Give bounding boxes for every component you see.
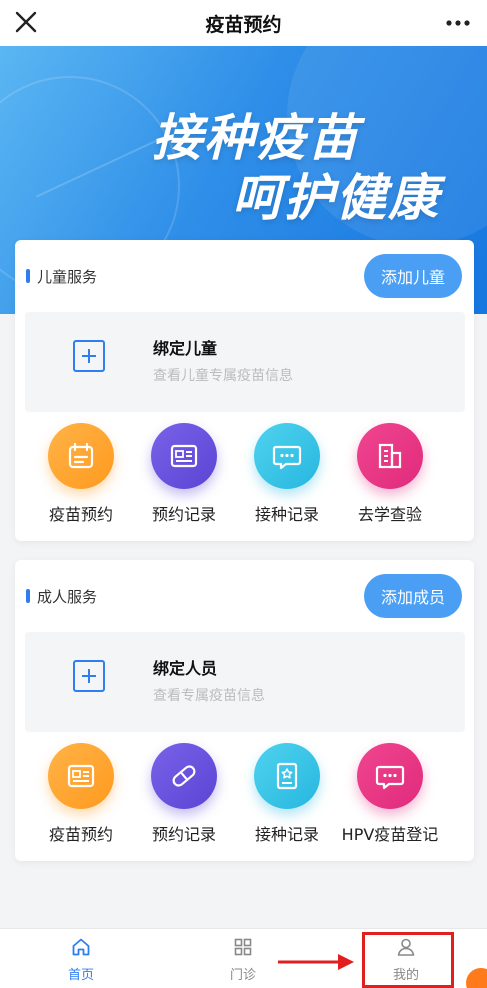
card-header: 儿童服务 添加儿童 xyxy=(15,240,474,310)
service-label: 疫苗预约 xyxy=(48,825,113,844)
page-title: 疫苗预约 xyxy=(205,13,282,36)
service-school-check[interactable]: 去学查验 xyxy=(335,423,445,533)
home-icon xyxy=(72,938,90,956)
service-label: 接种记录 xyxy=(254,825,319,844)
service-booking-records[interactable]: 预约记录 xyxy=(129,423,239,533)
calendar-icon xyxy=(68,442,94,469)
bind-child-panel[interactable]: 绑定儿童 查看儿童专属疫苗信息 xyxy=(25,312,465,412)
service-vaccine-booking[interactable]: 疫苗预约 xyxy=(26,423,136,533)
title-bar: 疫苗预约 xyxy=(0,0,487,46)
service-booking-records[interactable]: 预约记录 xyxy=(129,743,239,853)
service-label: 去学查验 xyxy=(357,505,422,524)
add-child-button[interactable]: 添加儿童 xyxy=(364,254,462,298)
more-icon[interactable] xyxy=(443,10,473,36)
child-service-grid: 疫苗预约 预约记录 接种记录 去学查验 xyxy=(15,423,474,533)
chat-bubble-icon xyxy=(375,765,405,790)
close-icon[interactable] xyxy=(12,8,40,36)
tab-home[interactable]: 首页 xyxy=(0,929,162,988)
bind-subtitle: 查看专属疫苗信息 xyxy=(153,688,265,704)
bind-title: 绑定儿童 xyxy=(153,339,218,358)
service-vaccine-booking[interactable]: 疫苗预约 xyxy=(26,743,136,853)
service-vaccination-records[interactable]: 接种记录 xyxy=(232,423,342,533)
section-accent-bar xyxy=(26,269,30,283)
capsule-icon xyxy=(172,765,196,787)
bind-subtitle: 查看儿童专属疫苗信息 xyxy=(153,368,293,384)
plus-icon xyxy=(73,660,105,692)
red-highlight-box xyxy=(362,932,454,988)
red-arrow-annotation xyxy=(278,954,354,970)
service-hpv-registration[interactable]: HPV疫苗登记 xyxy=(335,743,445,853)
card-header: 成人服务 添加成员 xyxy=(15,560,474,630)
list-card-icon xyxy=(170,444,198,468)
section-title: 儿童服务 xyxy=(37,268,98,286)
section-accent-bar xyxy=(26,589,30,603)
adult-services-card: 成人服务 添加成员 绑定人员 查看专属疫苗信息 疫苗预约 预约记录 接种记录 H… xyxy=(15,560,474,861)
service-label: 疫苗预约 xyxy=(48,505,113,524)
service-label: HPV疫苗登记 xyxy=(341,825,439,844)
building-icon xyxy=(378,443,402,469)
child-services-card: 儿童服务 添加儿童 绑定儿童 查看儿童专属疫苗信息 疫苗预约 预约记录 接种记录… xyxy=(15,240,474,541)
list-card-icon xyxy=(67,764,95,788)
service-vaccination-records[interactable]: 接种记录 xyxy=(232,743,342,853)
service-label: 接种记录 xyxy=(254,505,319,524)
add-member-button[interactable]: 添加成员 xyxy=(364,574,462,618)
bind-title: 绑定人员 xyxy=(153,659,218,678)
service-label: 预约记录 xyxy=(151,505,216,524)
section-title: 成人服务 xyxy=(37,588,98,606)
banner-slogan-line2: 呵护健康 xyxy=(232,169,440,227)
adult-service-grid: 疫苗预约 预约记录 接种记录 HPV疫苗登记 xyxy=(15,743,474,853)
service-label: 预约记录 xyxy=(151,825,216,844)
bind-person-panel[interactable]: 绑定人员 查看专属疫苗信息 xyxy=(25,632,465,732)
chat-bubble-icon xyxy=(272,445,302,470)
tab-label: 首页 xyxy=(67,968,94,983)
certificate-icon xyxy=(276,762,298,790)
plus-icon xyxy=(73,340,105,372)
grid-icon xyxy=(234,938,252,956)
